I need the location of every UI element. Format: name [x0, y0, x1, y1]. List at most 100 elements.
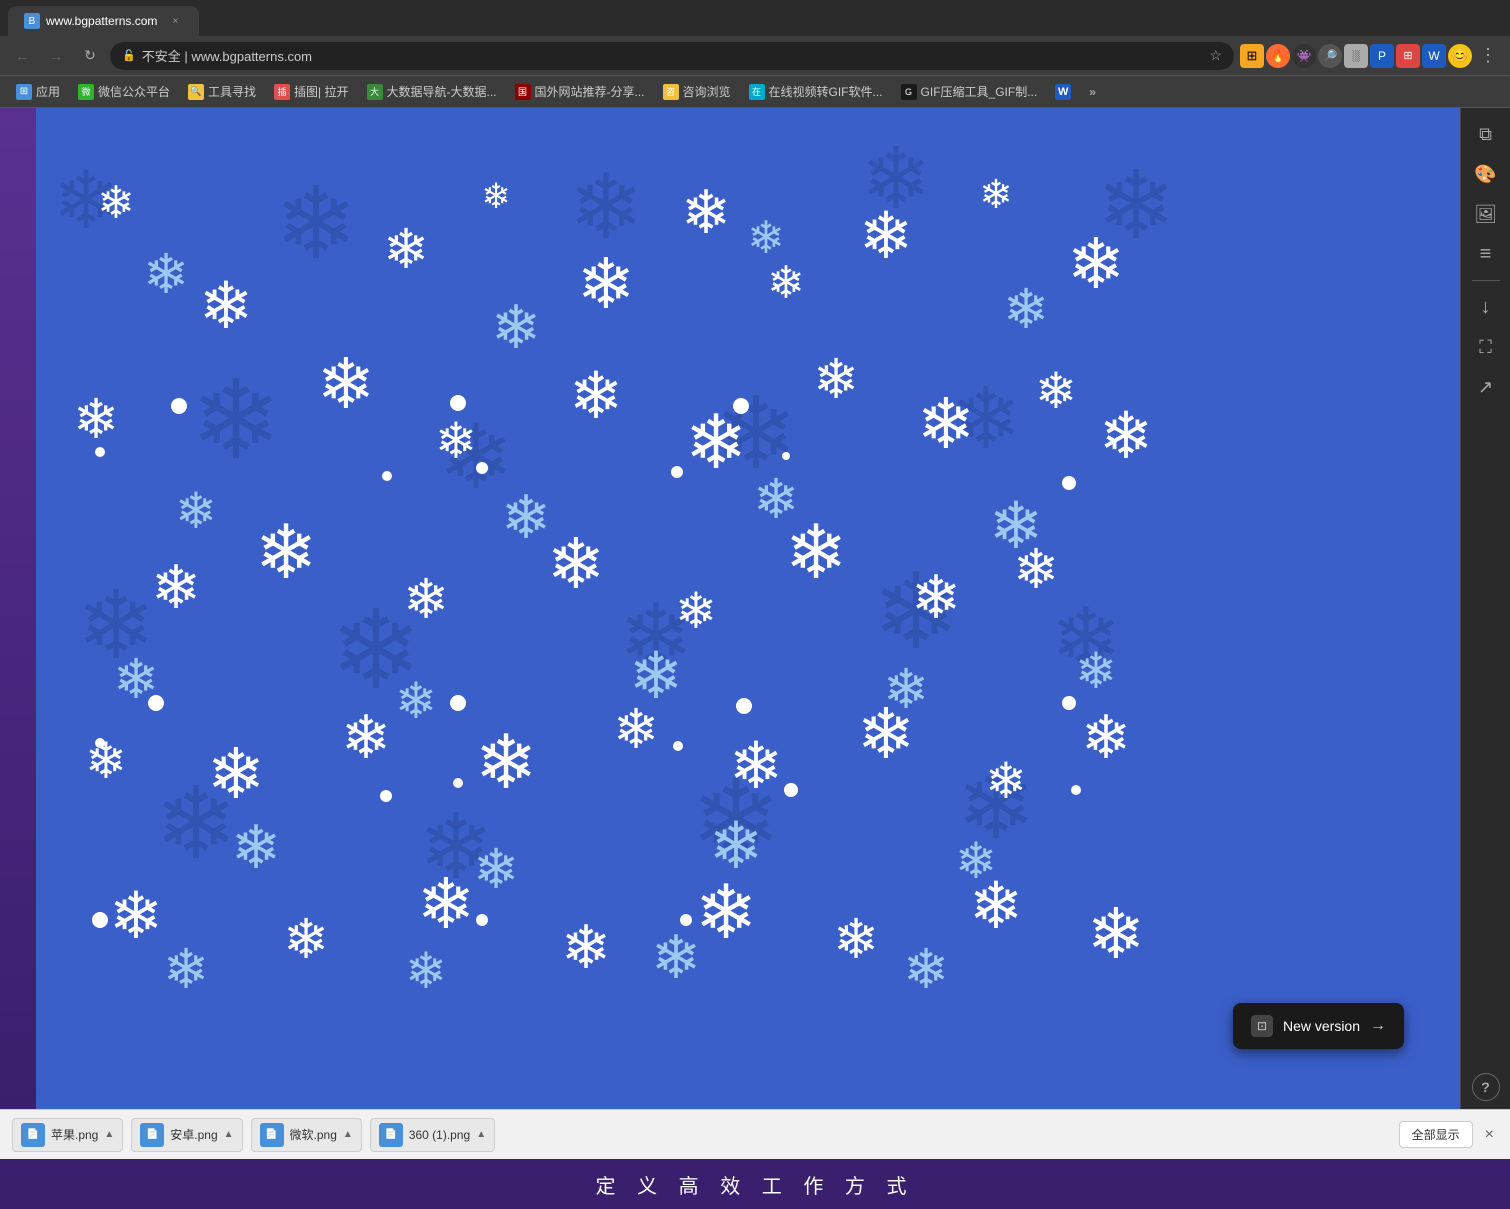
svg-text:❄: ❄ [199, 269, 253, 342]
bookmark-plugin-label: 插图| 拉开 [294, 83, 348, 100]
360-chevron-icon[interactable]: ▲ [476, 1129, 486, 1140]
extension-icon-7[interactable]: ⊞ [1396, 44, 1420, 68]
new-version-icon: ⊡ [1251, 1015, 1273, 1037]
plugin-icon: 插 [274, 84, 290, 100]
svg-text:❄: ❄ [190, 359, 282, 482]
svg-text:❄: ❄ [1003, 278, 1049, 340]
svg-text:❄: ❄ [561, 914, 611, 981]
svg-text:❄: ❄ [569, 359, 623, 432]
bookmark-bigdata-label: 大数据导航-大数据... [387, 83, 497, 100]
svg-text:❄: ❄ [1075, 643, 1117, 699]
bookmark-wechat[interactable]: 微 微信公众平台 [70, 81, 178, 102]
help-button[interactable]: ? [1472, 1073, 1500, 1101]
nav-right-icons: ⊞ 🔥 👾 🔎 ░ P ⊞ W 😊 ⋮ [1240, 42, 1502, 70]
bookmark-foreign[interactable]: 国 国外网站推荐-分享... [507, 81, 653, 102]
browser-frame: B www.bgpatterns.com × ← → ↻ 🔓 不安全 | www… [0, 0, 1510, 1209]
svg-text:❄: ❄ [985, 753, 1027, 809]
svg-text:❄: ❄ [231, 814, 281, 881]
taskbar: 定 义 高 效 工 作 方 式 [0, 1159, 1510, 1209]
download-item-apple[interactable]: 📄 苹果.png ▲ [12, 1118, 123, 1152]
bookmark-tools[interactable]: 🔍 工具寻找 [180, 81, 264, 102]
fullscreen-button[interactable]: ⛶ [1468, 329, 1504, 365]
svg-text:❄: ❄ [341, 704, 391, 771]
svg-text:❄: ❄ [163, 938, 209, 1000]
security-icon: 🔓 [122, 49, 136, 62]
svg-text:❄: ❄ [955, 833, 997, 889]
microsoft-chevron-icon[interactable]: ▲ [343, 1129, 353, 1140]
extension-icon-2[interactable]: 🔥 [1266, 44, 1290, 68]
bookmark-wechat-label: 微信公众平台 [98, 83, 170, 100]
layers-icon: ≡ [1480, 243, 1492, 266]
bookmark-word[interactable]: W [1047, 82, 1079, 102]
svg-text:❄: ❄ [695, 870, 758, 954]
tools-icon: 🔍 [188, 84, 204, 100]
bookmark-gif[interactable]: 在 在线视频转GIF软件... [741, 81, 891, 102]
new-version-notification[interactable]: ⊡ New version → [1233, 1003, 1404, 1049]
extension-icon-3[interactable]: 👾 [1292, 44, 1316, 68]
palette-button[interactable]: 🎨 [1468, 156, 1504, 192]
android-chevron-icon[interactable]: ▲ [224, 1129, 234, 1140]
svg-text:❄: ❄ [435, 413, 477, 469]
share-button[interactable]: ↗ [1468, 369, 1504, 405]
svg-text:❄: ❄ [97, 177, 135, 228]
more-bookmarks-button[interactable]: » [1083, 83, 1102, 101]
svg-text:❄: ❄ [109, 879, 163, 952]
extension-icon-9[interactable]: 😊 [1448, 44, 1472, 68]
address-bar[interactable]: 🔓 不安全 | www.bgpatterns.com ☆ [110, 42, 1234, 70]
new-version-text: New version [1283, 1018, 1360, 1034]
extension-icon-4[interactable]: 🔎 [1318, 44, 1342, 68]
gifzip-icon: G [901, 84, 917, 100]
layers-button[interactable]: ≡ [1468, 236, 1504, 272]
apple-file-icon: 📄 [21, 1123, 45, 1147]
download-item-360[interactable]: 📄 360 (1).png ▲ [370, 1118, 495, 1152]
apple-filename: 苹果.png [51, 1126, 98, 1143]
svg-text:❄: ❄ [175, 483, 217, 539]
forward-button[interactable]: → [42, 42, 70, 70]
menu-button[interactable]: ⋮ [1474, 42, 1502, 70]
svg-text:❄: ❄ [274, 168, 358, 280]
consult-icon: 咨 [663, 84, 679, 100]
svg-text:❄: ❄ [1081, 704, 1131, 771]
fullscreen-icon: ⛶ [1479, 337, 1492, 358]
bookmark-gifzip[interactable]: G GIF压缩工具_GIF制... [893, 81, 1046, 102]
apps-icon: ⊞ [16, 84, 32, 100]
svg-text:❄: ❄ [747, 212, 785, 263]
svg-text:❄: ❄ [681, 179, 731, 246]
back-button[interactable]: ← [8, 42, 36, 70]
svg-text:❄: ❄ [917, 385, 976, 463]
show-all-button[interactable]: 全部显示 [1399, 1121, 1473, 1148]
extension-icon-8[interactable]: W [1422, 44, 1446, 68]
svg-text:❄: ❄ [568, 158, 643, 258]
download-item-android[interactable]: 📄 安卓.png ▲ [131, 1118, 242, 1152]
bookmark-consult[interactable]: 咨 咨询浏览 [655, 81, 739, 102]
extension-icon-1[interactable]: ⊞ [1240, 44, 1264, 68]
active-tab[interactable]: B www.bgpatterns.com × [8, 6, 199, 36]
svg-text:❄: ❄ [729, 729, 783, 802]
download-item-microsoft[interactable]: 📄 微软.png ▲ [251, 1118, 362, 1152]
bookmark-star-icon[interactable]: ☆ [1209, 47, 1222, 64]
svg-text:❄: ❄ [207, 735, 266, 813]
bookmarks-bar: ⊞ 应用 微 微信公众平台 🔍 工具寻找 插 插图| 拉开 大 大数据导航-大数… [0, 76, 1510, 108]
bookmark-bigdata[interactable]: 大 大数据导航-大数据... [359, 81, 505, 102]
bookmark-plugin[interactable]: 插 插图| 拉开 [266, 81, 356, 102]
left-panel [0, 108, 36, 1109]
apple-chevron-icon[interactable]: ▲ [104, 1129, 114, 1140]
right-sidebar: ⧉ 🎨 🖼 ≡ ↓ ⛶ ↗ ? [1460, 108, 1510, 1109]
tab-close-button[interactable]: × [167, 13, 183, 29]
bookmark-gif-label: 在线视频转GIF软件... [769, 83, 883, 100]
bigdata-icon: 大 [367, 84, 383, 100]
address-text: 不安全 | www.bgpatterns.com [142, 46, 1204, 65]
extension-icon-6[interactable]: P [1370, 44, 1394, 68]
bookmark-apps[interactable]: ⊞ 应用 [8, 81, 68, 102]
refresh-button[interactable]: ↻ [76, 42, 104, 70]
sidebar-divider [1472, 280, 1500, 281]
svg-text:❄: ❄ [753, 468, 799, 530]
download-bar-close-button[interactable]: × [1481, 1122, 1498, 1148]
svg-text:❄: ❄ [1099, 399, 1153, 472]
svg-text:❄: ❄ [859, 199, 913, 272]
gif-icon: 在 [749, 84, 765, 100]
extension-icon-5[interactable]: ░ [1344, 44, 1368, 68]
copy-button[interactable]: ⧉ [1468, 116, 1504, 152]
download-button[interactable]: ↓ [1468, 289, 1504, 325]
image-button[interactable]: 🖼 [1468, 196, 1504, 232]
